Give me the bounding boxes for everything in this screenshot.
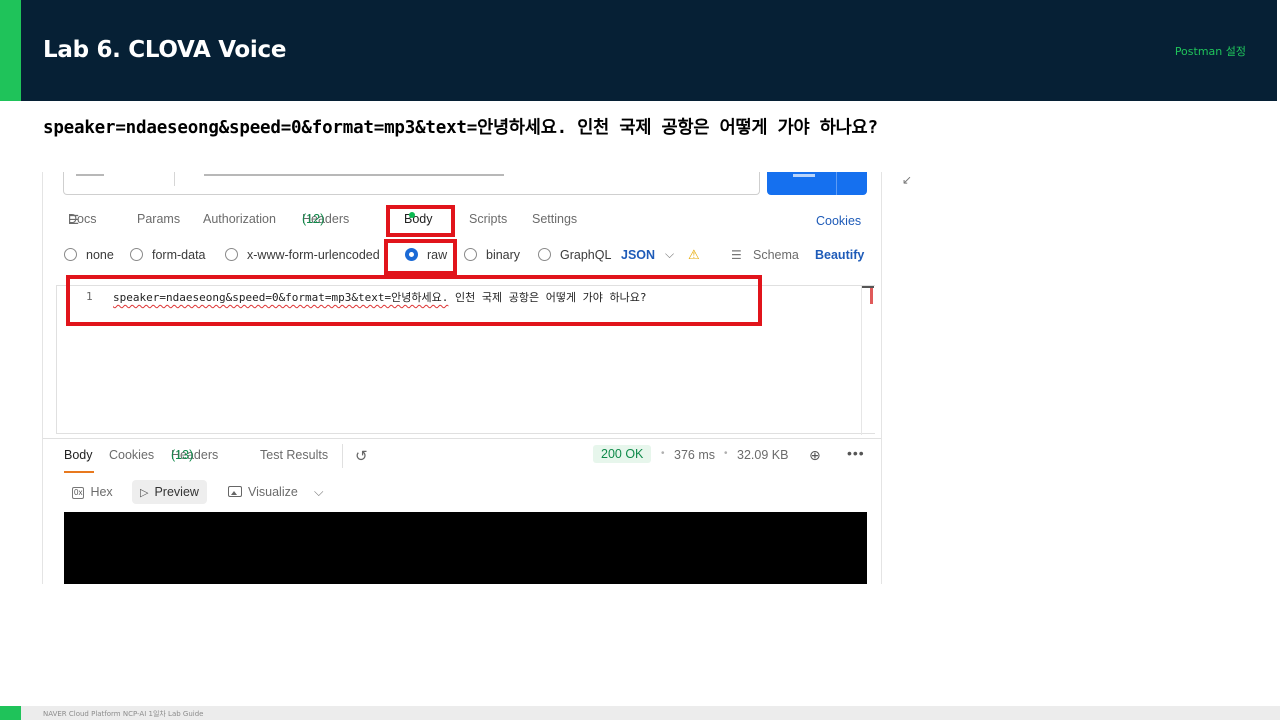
editor-scrollbar[interactable] <box>861 286 862 435</box>
postman-panel: ☰ Docs Params Authorization Headers (12)… <box>42 172 882 584</box>
audio-preview-area[interactable] <box>64 512 867 584</box>
response-tab-body[interactable]: Body <box>64 448 93 462</box>
radio-binary-circle <box>464 248 477 261</box>
schema-icon: ☰ <box>731 248 742 262</box>
send-button[interactable] <box>767 172 867 195</box>
request-response-divider <box>43 438 881 439</box>
expand-icon[interactable]: ↙ <box>902 173 912 187</box>
response-size: 32.09 KB <box>737 448 789 462</box>
url-input[interactable] <box>63 172 760 195</box>
method-text-cropped <box>76 174 104 176</box>
more-icon[interactable]: ••• <box>847 445 865 461</box>
slide-title: Lab 6. CLOVA Voice <box>43 37 287 63</box>
radio-urlencoded[interactable]: x-www-form-urlencoded <box>225 248 380 262</box>
footer-accent-bar <box>0 706 21 720</box>
response-tab-test-results[interactable]: Test Results <box>260 448 328 462</box>
image-icon <box>228 486 242 497</box>
tab-params[interactable]: Params <box>137 212 180 226</box>
response-tab-cookies[interactable]: Cookies <box>109 448 154 462</box>
view-visualize[interactable]: Visualize <box>228 480 298 504</box>
radio-urlencoded-circle <box>225 248 238 261</box>
radio-binary[interactable]: binary <box>464 248 520 262</box>
warning-icon: ⚠ <box>688 247 700 262</box>
history-icon[interactable]: ↺ <box>355 447 368 465</box>
chevron-down-icon[interactable]: ⌵ <box>314 480 323 504</box>
globe-icon[interactable]: ⊕ <box>809 447 821 464</box>
tab-settings[interactable]: Settings <box>532 212 577 226</box>
response-tab-active-underline <box>64 471 94 473</box>
method-separator <box>174 172 175 186</box>
status-badge: 200 OK <box>593 445 652 463</box>
response-time: 376 ms <box>674 448 715 462</box>
body-editor[interactable]: 1 speaker=ndaeseong&speed=0&format=mp3&t… <box>56 285 875 435</box>
request-tabs: ☰ Docs Params Authorization Headers (12)… <box>68 212 862 228</box>
radio-raw-circle <box>405 248 418 261</box>
body-type-options: none form-data x-www-form-urlencoded raw… <box>43 247 881 268</box>
send-label-cropped <box>793 174 815 177</box>
tab-scripts[interactable]: Scripts <box>469 212 507 226</box>
response-view-modes: 0x Hex ▷ Preview Visualize ⌵ <box>43 480 881 506</box>
url-text-cropped <box>204 174 504 176</box>
send-split <box>836 172 837 195</box>
editor-code-rest: 인천 국제 공항은 어떻게 가야 하나요? <box>448 291 647 304</box>
schema-button[interactable]: ☰ Schema <box>731 248 799 262</box>
body-active-dot <box>409 212 415 218</box>
radio-form-data[interactable]: form-data <box>130 248 206 262</box>
editor-code[interactable]: speaker=ndaeseong&speed=0&format=mp3&tex… <box>113 289 647 305</box>
line-number: 1 <box>86 290 93 303</box>
section-label: Postman 설정 <box>1174 45 1246 58</box>
hex-icon: 0x <box>72 487 85 499</box>
tab-authorization[interactable]: Authorization <box>203 212 276 226</box>
play-icon: ▷ <box>140 487 149 499</box>
radio-form-data-circle <box>130 248 143 261</box>
editor-code-underlined: speaker=ndaeseong&speed=0&format=mp3&tex… <box>113 291 449 304</box>
view-hex[interactable]: 0x Hex <box>72 480 113 504</box>
radio-none-circle <box>64 248 77 261</box>
meta-bullet: • <box>661 448 665 459</box>
radio-raw[interactable]: raw <box>405 248 447 262</box>
header-accent-bar <box>0 0 21 101</box>
radio-graphql[interactable]: GraphQL <box>538 248 611 262</box>
beautify-button[interactable]: Beautify <box>815 248 864 262</box>
format-select[interactable]: JSON <box>621 248 655 262</box>
footer-text: NAVER Cloud Platform NCP-AI 1일차 Lab Guid… <box>43 710 204 718</box>
editor-error-marker <box>870 288 873 304</box>
radio-graphql-circle <box>538 248 551 261</box>
response-tabs-separator <box>342 444 343 468</box>
meta-bullet: • <box>724 448 728 459</box>
chevron-down-icon[interactable]: ⌵ <box>665 247 674 262</box>
view-preview[interactable]: ▷ Preview <box>132 480 207 504</box>
cookies-link[interactable]: Cookies <box>816 214 861 228</box>
radio-none[interactable]: none <box>64 248 114 262</box>
body-param-line: speaker=ndaeseong&speed=0&format=mp3&tex… <box>43 118 878 138</box>
